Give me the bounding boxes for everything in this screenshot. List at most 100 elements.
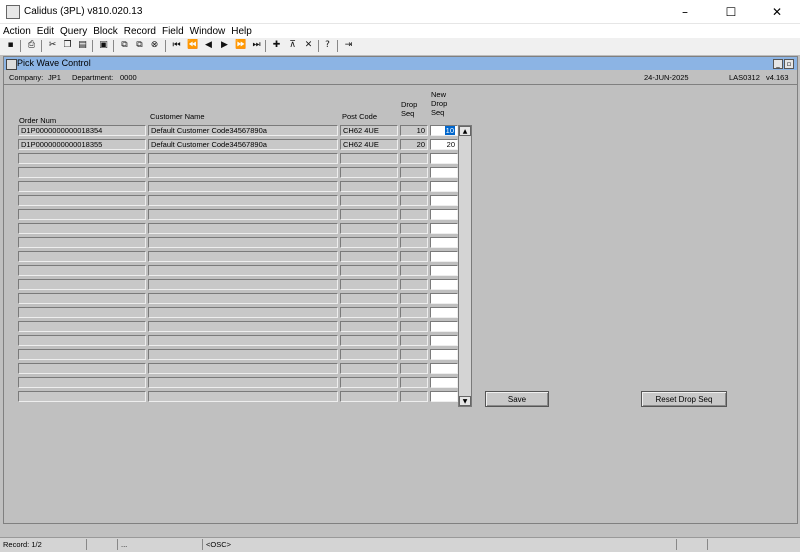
menu-block[interactable]: Block — [90, 24, 120, 38]
drop-seq-cell[interactable] — [400, 293, 428, 304]
drop-seq-cell[interactable] — [400, 335, 428, 346]
post-code-cell[interactable] — [340, 265, 398, 276]
paste-icon[interactable]: ▤ — [77, 40, 88, 51]
new-drop-seq-field[interactable]: 20 — [430, 139, 458, 150]
previous-block-icon[interactable]: ⏪ — [187, 40, 198, 51]
customer-name-cell[interactable] — [148, 279, 338, 290]
post-code-cell[interactable]: CH62 4UE — [340, 139, 398, 150]
order-num-cell[interactable] — [18, 307, 146, 318]
new-drop-seq-field[interactable] — [430, 377, 458, 388]
menu-edit[interactable]: Edit — [34, 24, 57, 38]
save-icon[interactable]: ▪ — [5, 40, 16, 51]
post-code-cell[interactable] — [340, 195, 398, 206]
minimize-button[interactable]: – — [662, 0, 708, 23]
maximize-button[interactable]: ☐ — [708, 0, 754, 23]
post-code-cell[interactable] — [340, 251, 398, 262]
menu-query[interactable]: Query — [57, 24, 90, 38]
drop-seq-cell[interactable] — [400, 153, 428, 164]
print-icon[interactable]: ⎙ — [26, 40, 37, 51]
drop-seq-cell[interactable] — [400, 237, 428, 248]
customer-name-cell[interactable] — [148, 307, 338, 318]
scroll-down-arrow-icon[interactable]: ▼ — [459, 396, 471, 406]
order-num-cell[interactable] — [18, 279, 146, 290]
clear-record-icon[interactable]: ⊼ — [287, 40, 298, 51]
order-num-cell[interactable]: D1P0000000000018355 — [18, 139, 146, 150]
post-code-cell[interactable] — [340, 209, 398, 220]
new-drop-seq-field[interactable] — [430, 167, 458, 178]
post-code-cell[interactable] — [340, 153, 398, 164]
menu-field[interactable]: Field — [159, 24, 187, 38]
new-drop-seq-field[interactable] — [430, 181, 458, 192]
new-drop-seq-field[interactable] — [430, 349, 458, 360]
new-drop-seq-field[interactable] — [430, 251, 458, 262]
order-num-cell[interactable] — [18, 293, 146, 304]
order-num-cell[interactable] — [18, 251, 146, 262]
order-num-cell[interactable] — [18, 209, 146, 220]
post-code-cell[interactable] — [340, 377, 398, 388]
clear-field-icon[interactable]: ▣ — [98, 40, 109, 51]
first-record-icon[interactable]: ⏮ — [171, 40, 182, 51]
customer-name-cell[interactable] — [148, 391, 338, 402]
reset-drop-seq-button[interactable]: Reset Drop Seq — [641, 391, 727, 407]
menu-help[interactable]: Help — [228, 24, 255, 38]
post-code-cell[interactable] — [340, 391, 398, 402]
post-code-cell[interactable]: CH62 4UE — [340, 125, 398, 136]
scroll-up-arrow-icon[interactable]: ▲ — [459, 126, 471, 136]
new-drop-seq-field[interactable] — [430, 293, 458, 304]
customer-name-cell[interactable] — [148, 181, 338, 192]
order-num-cell[interactable] — [18, 377, 146, 388]
new-drop-seq-field[interactable] — [430, 307, 458, 318]
customer-name-cell[interactable]: Default Customer Code34567890a — [148, 139, 338, 150]
insert-record-icon[interactable]: ⧉ — [119, 40, 130, 51]
order-num-cell[interactable] — [18, 237, 146, 248]
new-drop-seq-field[interactable] — [430, 195, 458, 206]
next-block-icon[interactable]: ⏩ — [235, 40, 246, 51]
order-num-cell[interactable] — [18, 349, 146, 360]
delete-record-icon[interactable]: ✕ — [303, 40, 314, 51]
drop-seq-cell[interactable] — [400, 279, 428, 290]
new-drop-seq-field[interactable] — [430, 279, 458, 290]
grid-scrollbar[interactable]: ▲ ▼ — [458, 125, 472, 407]
drop-seq-cell[interactable] — [400, 265, 428, 276]
new-drop-seq-field[interactable] — [430, 223, 458, 234]
copy-icon[interactable]: ❐ — [62, 40, 73, 51]
customer-name-cell[interactable] — [148, 321, 338, 332]
customer-name-cell[interactable]: Default Customer Code34567890a — [148, 125, 338, 136]
post-code-cell[interactable] — [340, 321, 398, 332]
customer-name-cell[interactable] — [148, 349, 338, 360]
drop-seq-cell[interactable] — [400, 349, 428, 360]
post-code-cell[interactable] — [340, 349, 398, 360]
last-record-icon[interactable]: ⏭ — [251, 40, 262, 51]
menu-window[interactable]: Window — [187, 24, 229, 38]
drop-seq-cell[interactable] — [400, 307, 428, 318]
new-drop-seq-field[interactable] — [430, 363, 458, 374]
order-num-cell[interactable] — [18, 181, 146, 192]
post-code-cell[interactable] — [340, 167, 398, 178]
customer-name-cell[interactable] — [148, 167, 338, 178]
new-drop-seq-field[interactable] — [430, 335, 458, 346]
customer-name-cell[interactable] — [148, 377, 338, 388]
customer-name-cell[interactable] — [148, 209, 338, 220]
drop-seq-cell[interactable] — [400, 391, 428, 402]
order-num-cell[interactable] — [18, 195, 146, 206]
drop-seq-cell[interactable] — [400, 363, 428, 374]
customer-name-cell[interactable] — [148, 265, 338, 276]
add-icon[interactable]: ✚ — [271, 40, 282, 51]
drop-seq-cell[interactable]: 20 — [400, 139, 428, 150]
customer-name-cell[interactable] — [148, 335, 338, 346]
order-num-cell[interactable] — [18, 335, 146, 346]
menu-record[interactable]: Record — [121, 24, 159, 38]
new-drop-seq-field[interactable] — [430, 265, 458, 276]
form-minimize-button[interactable]: _ — [773, 59, 783, 69]
new-drop-seq-field[interactable] — [430, 237, 458, 248]
exit-icon[interactable]: ⇥ — [343, 40, 354, 51]
duplicate-record-icon[interactable]: ⧉ — [134, 40, 145, 51]
post-code-cell[interactable] — [340, 237, 398, 248]
help-icon[interactable]: ? — [322, 40, 333, 51]
cut-icon[interactable]: ✂ — [47, 40, 58, 51]
drop-seq-cell[interactable] — [400, 223, 428, 234]
drop-seq-cell[interactable]: 10 — [400, 125, 428, 136]
post-code-cell[interactable] — [340, 279, 398, 290]
new-drop-seq-field[interactable] — [430, 209, 458, 220]
order-num-cell[interactable] — [18, 167, 146, 178]
